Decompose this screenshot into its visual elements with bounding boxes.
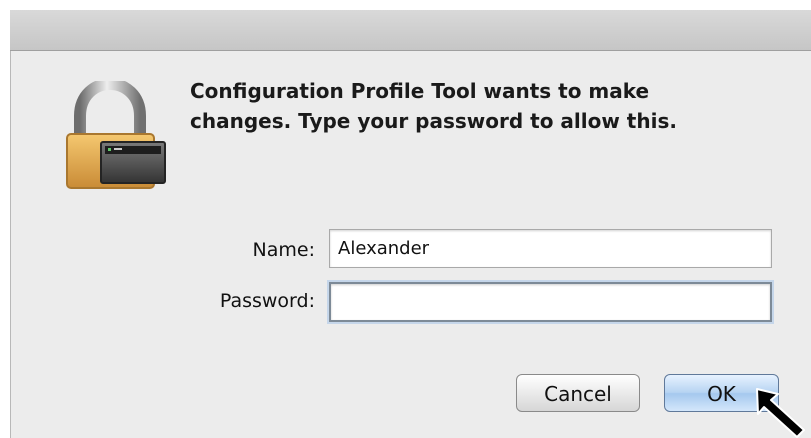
name-input[interactable] [329,229,772,268]
password-input[interactable] [329,282,772,322]
cursor-icon [756,388,805,438]
cancel-button[interactable]: Cancel [516,374,640,412]
authorization-message-line-1: Configuration Profile Tool wants to make [190,79,650,103]
authorization-message-line-2: changes. Type your password to allow thi… [190,109,677,133]
lock-icon [66,81,166,189]
name-label: Name: [252,239,315,261]
password-label: Password: [219,290,315,312]
window-titlebar [10,10,811,51]
authorization-message: Configuration Profile Tool wants to make… [190,76,770,136]
authentication-dialog-window: Configuration Profile Tool wants to make… [0,0,811,438]
